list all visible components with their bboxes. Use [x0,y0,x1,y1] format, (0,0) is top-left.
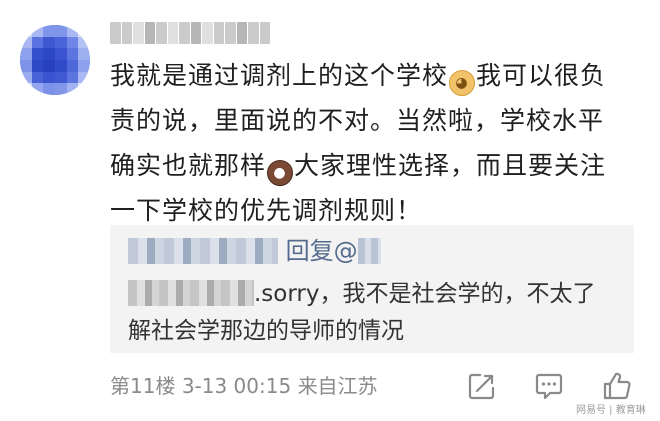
comment-line1b: 我可以很负 [476,61,607,90]
comment-line3a: 确实也就那样 [110,151,267,180]
comment-line2: 责的说，里面说的不对。当然啦，学校水平 [110,106,605,135]
share-button[interactable] [464,368,500,404]
reply-mention-obscured [128,280,254,306]
reply-line1: .sorry，我不是社会学的，不太了 [128,276,628,312]
doge-emoji-icon: ◕ [449,70,476,96]
comment-meta: 第11楼 3-13 00:15 来自江苏 [110,370,378,402]
watermark: 网易号 | 教育琳 [576,405,646,416]
avatar[interactable] [20,25,90,95]
reply-author-obscured[interactable] [128,238,278,264]
like-button[interactable] [599,368,635,404]
reply-quote-box[interactable]: 回复@ .sorry，我不是社会学的，不太了 解社会学那边的导师的情况 [110,225,634,353]
comment-button[interactable] [531,368,567,404]
comment-line1a: 我就是通过调剂上的这个学校 [110,61,449,90]
comment-line4: 一下学校的优先调剂规则！ [110,196,423,225]
floor-number: 第11楼 [110,374,176,398]
comment-time: 3-13 00:15 [181,374,292,398]
reply-target-obscured[interactable] [357,238,381,264]
shocked-emoji-icon: ● [267,160,294,186]
comment-text: 我就是通过调剂上的这个学校 ◕ 我可以很负 责的说，里面说的不对。当然啦，学校水平 … [110,53,650,233]
comment-line3b: 大家理性选择，而且要关注 [294,151,607,180]
reply-text-line2: 解社会学那边的导师的情况 [128,318,404,344]
share-icon [468,373,495,400]
comment-icon [535,373,563,400]
comment-location: 来自江苏 [297,374,378,398]
reply-header: 回复@ [128,235,448,267]
reply-label: 回复@ [285,237,358,265]
username-obscured[interactable] [110,22,270,44]
like-icon [603,372,631,400]
reply-text-line1: .sorry，我不是社会学的，不太了 [254,281,596,307]
